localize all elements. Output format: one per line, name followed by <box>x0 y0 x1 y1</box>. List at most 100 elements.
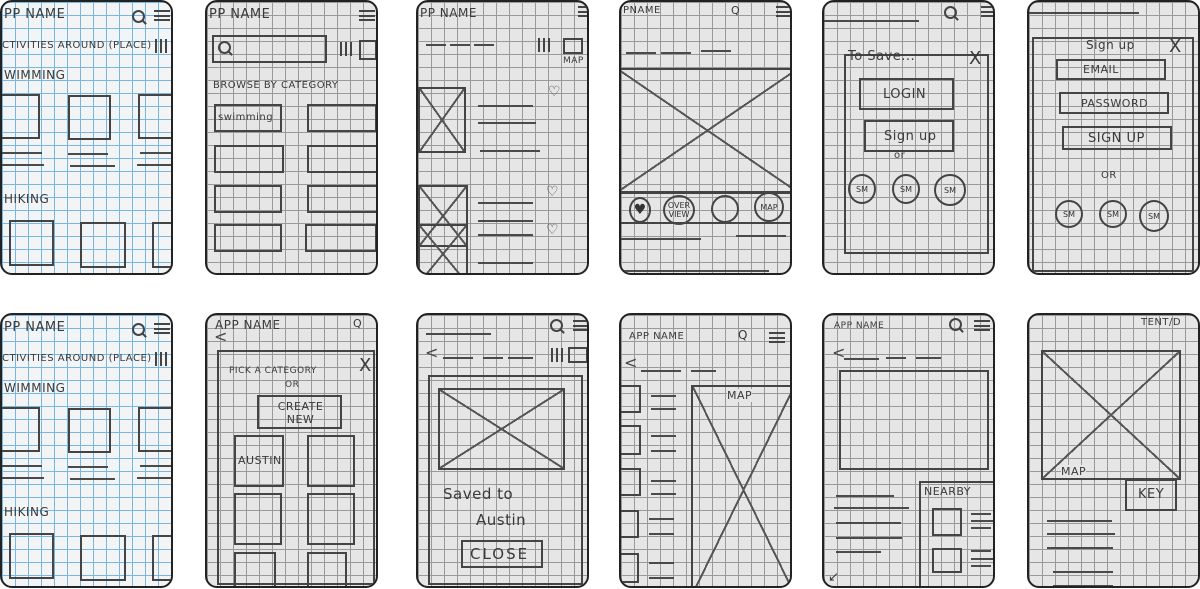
category-card[interactable] <box>234 552 276 586</box>
search-icon[interactable]: Q <box>353 317 362 330</box>
overview-button[interactable]: OVER VIEW <box>663 195 695 225</box>
search-icon[interactable]: Q <box>731 4 740 17</box>
list-item-thumb[interactable] <box>621 553 639 583</box>
activity-card[interactable] <box>2 94 40 139</box>
password-field[interactable]: PASSWORD <box>1059 92 1169 114</box>
menu-icon[interactable] <box>769 332 785 343</box>
activity-card[interactable] <box>9 220 54 266</box>
or-label: OR <box>1101 170 1117 181</box>
section-swimming: WIMMING <box>4 68 66 82</box>
close-icon[interactable]: X <box>969 48 982 69</box>
category-austin[interactable]: AUSTIN <box>234 435 284 487</box>
key-button[interactable]: KEY <box>1125 479 1177 511</box>
category-swimming[interactable]: swimming <box>214 104 282 132</box>
category-card[interactable] <box>307 552 347 586</box>
nearby-item-thumb[interactable] <box>932 548 962 573</box>
sketch-signup-modal: Sign up X EMAIL PASSWORD SIGN UP OR SM S… <box>1027 0 1200 275</box>
activity-card[interactable] <box>9 533 54 579</box>
list-item-thumb[interactable] <box>621 425 641 455</box>
activity-card[interactable] <box>152 222 171 268</box>
activity-card[interactable] <box>2 407 40 452</box>
app-name: APP NAME <box>834 321 885 331</box>
list-view-icon[interactable] <box>340 42 352 56</box>
back-icon[interactable]: < <box>425 343 438 362</box>
search-icon[interactable] <box>132 323 145 336</box>
map-panel[interactable] <box>691 385 790 586</box>
favorite-icon[interactable]: ♡ <box>546 222 559 238</box>
list-item-thumb[interactable] <box>621 468 641 496</box>
expand-icon[interactable]: ↙ <box>828 570 839 585</box>
social-login-button[interactable]: SM <box>934 174 966 206</box>
empty-button[interactable] <box>711 195 739 223</box>
map-view-button[interactable] <box>563 38 583 54</box>
menu-icon[interactable] <box>359 10 375 21</box>
category-card[interactable] <box>305 224 376 252</box>
category-card[interactable] <box>214 145 284 173</box>
category-card[interactable] <box>307 493 355 545</box>
favorite-button[interactable]: ♥ <box>629 197 651 223</box>
activity-card[interactable] <box>80 535 126 581</box>
back-icon[interactable]: < <box>214 327 227 346</box>
map-button[interactable]: MAP <box>754 192 784 222</box>
list-view-icon[interactable] <box>538 38 550 52</box>
search-icon[interactable] <box>550 319 563 332</box>
category-card[interactable] <box>307 185 376 213</box>
favorite-icon[interactable]: ♡ <box>546 184 559 200</box>
search-icon[interactable] <box>949 318 962 331</box>
category-card[interactable] <box>214 224 282 252</box>
social-login-button[interactable]: SM <box>892 174 920 204</box>
sketch-map-key: TENT/D MAP KEY <box>1027 313 1200 588</box>
menu-icon[interactable] <box>776 6 790 17</box>
nearby-label: NEARBY <box>924 485 972 498</box>
category-card[interactable] <box>234 493 282 545</box>
search-icon[interactable]: Q <box>738 328 748 342</box>
section-hiking: HIKING <box>4 192 50 206</box>
nearby-item-thumb[interactable] <box>932 508 962 536</box>
map-view-button[interactable] <box>568 347 587 363</box>
social-login-button[interactable]: SM <box>1055 200 1083 228</box>
search-icon[interactable] <box>132 10 145 23</box>
menu-icon[interactable] <box>981 6 993 17</box>
category-card[interactable] <box>307 435 355 487</box>
map-label: MAP <box>1061 465 1087 478</box>
activity-card[interactable] <box>152 535 171 581</box>
map-image[interactable] <box>1041 350 1181 480</box>
map-view-button[interactable] <box>359 40 376 60</box>
signup-button[interactable]: SIGN UP <box>1062 126 1172 150</box>
activity-card[interactable] <box>138 94 171 139</box>
close-icon[interactable]: X <box>1169 36 1182 57</box>
list-view-icon[interactable] <box>551 348 563 362</box>
menu-icon[interactable] <box>154 10 170 21</box>
app-name: PP NAME <box>4 320 66 335</box>
menu-icon[interactable] <box>154 323 170 334</box>
result-image[interactable] <box>418 87 466 153</box>
category-card[interactable] <box>214 185 282 213</box>
signup-button[interactable]: Sign up <box>864 120 954 152</box>
activity-card[interactable] <box>68 408 111 453</box>
back-icon[interactable]: < <box>624 353 637 372</box>
menu-icon[interactable] <box>578 6 587 17</box>
category-card[interactable] <box>307 145 376 173</box>
social-login-button[interactable]: SM <box>1099 200 1127 228</box>
create-new-button[interactable]: CREATE NEW <box>257 395 342 429</box>
activity-card[interactable] <box>80 222 126 268</box>
menu-icon[interactable] <box>573 320 587 331</box>
social-login-button[interactable]: SM <box>848 174 876 204</box>
menu-icon[interactable] <box>974 320 990 331</box>
result-image[interactable] <box>418 224 468 273</box>
list-item-thumb[interactable] <box>621 385 641 413</box>
favorite-icon[interactable]: ♡ <box>548 84 561 100</box>
search-icon[interactable] <box>944 6 957 19</box>
login-button[interactable]: LOGIN <box>859 78 954 110</box>
map-label: MAP <box>563 56 584 66</box>
list-item-thumb[interactable] <box>621 510 639 538</box>
email-field[interactable]: EMAIL <box>1056 59 1166 80</box>
list-view-icon[interactable] <box>155 39 167 53</box>
close-icon[interactable]: X <box>359 355 372 376</box>
category-card[interactable] <box>307 104 376 132</box>
close-button[interactable]: CLOSE <box>461 540 543 568</box>
activity-card[interactable] <box>68 95 111 140</box>
social-login-button[interactable]: SM <box>1139 200 1169 232</box>
activity-card[interactable] <box>138 407 171 452</box>
list-view-icon[interactable] <box>155 352 167 366</box>
